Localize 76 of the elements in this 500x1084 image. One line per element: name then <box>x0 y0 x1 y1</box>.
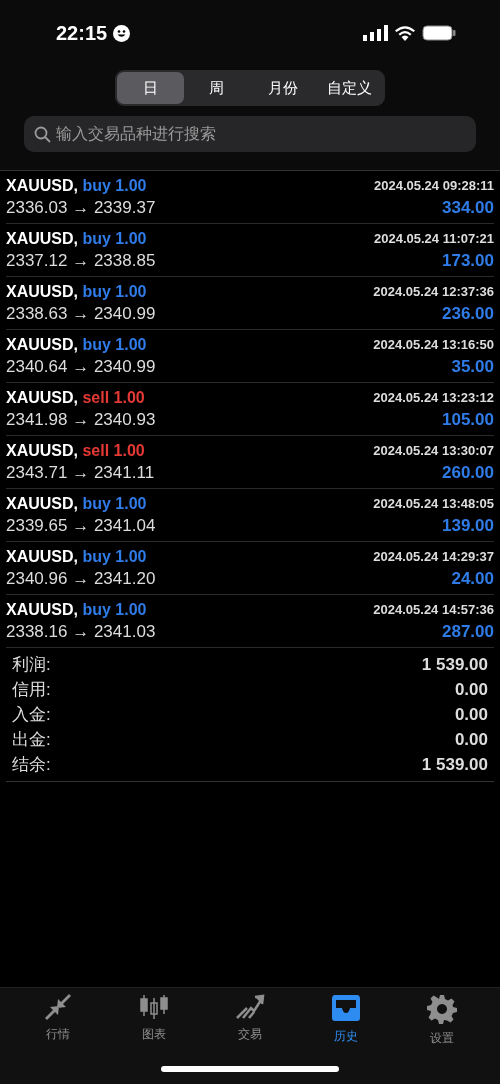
deal-time: 2024.05.24 13:16:50 <box>373 337 494 352</box>
deal-title: XAUUSD, buy 1.00 <box>6 600 148 619</box>
deal-profit: 260.00 <box>441 462 494 483</box>
period-tab[interactable]: 日 <box>117 72 184 104</box>
deal-title: XAUUSD, sell 1.00 <box>6 441 146 460</box>
deal-row[interactable]: XAUUSD, sell 1.00 2024.05.24 13:30:07 2343.71 → 2341.11 260.00 <box>6 436 494 489</box>
deal-profit: 173.00 <box>441 250 494 271</box>
search-icon <box>34 126 51 143</box>
deal-time: 2024.05.24 13:48:05 <box>373 496 494 511</box>
summary-value: 0.00 <box>454 679 488 700</box>
trend-arrow-icon <box>235 994 265 1020</box>
signal-icon <box>363 25 388 41</box>
deal-time: 2024.05.24 12:37:36 <box>373 284 494 299</box>
deal-prices: 2338.63 → 2340.99 <box>6 303 157 324</box>
deal-time: 2024.05.24 13:23:12 <box>373 390 494 405</box>
summary-label: 结余: <box>12 754 51 776</box>
deal-prices: 2340.96 → 2341.20 <box>6 568 157 589</box>
settings-icon <box>427 994 457 1024</box>
tab-bar-item[interactable]: 行情 <box>18 994 98 1047</box>
period-tab[interactable]: 周 <box>183 72 250 104</box>
inbox-icon <box>331 994 361 1022</box>
deal-prices: 2341.98 → 2340.93 <box>6 409 157 430</box>
candlestick-icon <box>139 994 169 1020</box>
deal-title: XAUUSD, buy 1.00 <box>6 547 148 566</box>
summary-label: 利润: <box>12 654 51 676</box>
deal-prices: 2339.65 → 2341.04 <box>6 515 157 536</box>
deal-prices: 2340.64 → 2340.99 <box>6 356 157 377</box>
summary-value: 0.00 <box>454 729 488 750</box>
summary-value: 0.00 <box>454 704 488 725</box>
tab-bar-item[interactable]: 历史 <box>306 994 386 1047</box>
deal-title: XAUUSD, buy 1.00 <box>6 229 148 248</box>
deal-profit: 139.00 <box>441 515 494 536</box>
deal-prices: 2338.16 → 2341.03 <box>6 621 157 642</box>
deal-profit: 334.00 <box>441 197 494 218</box>
clock-time: 22:15 <box>56 21 108 45</box>
wifi-icon <box>394 25 416 41</box>
deal-profit: 287.00 <box>441 621 494 642</box>
deal-time: 2024.05.24 11:07:21 <box>374 231 494 246</box>
summary-value: 1 539.00 <box>421 654 488 675</box>
deal-row[interactable]: XAUUSD, buy 1.00 2024.05.24 14:29:37 2340.96 → 2341.20 24.00 <box>6 542 494 595</box>
tab-bar-item[interactable]: 设置 <box>402 994 482 1047</box>
summary-label: 信用: <box>12 679 51 701</box>
deal-prices: 2343.71 → 2341.11 <box>6 462 156 483</box>
arrows-icon <box>43 994 73 1020</box>
deal-title: XAUUSD, buy 1.00 <box>6 282 148 301</box>
deal-time: 2024.05.24 14:29:37 <box>373 549 494 564</box>
deal-profit: 236.00 <box>441 303 494 324</box>
period-tab[interactable]: 月份 <box>250 72 317 104</box>
deal-time: 2024.05.24 13:30:07 <box>373 443 494 458</box>
deal-prices: 2337.12 → 2338.85 <box>6 250 157 271</box>
tab-bar-item[interactable]: 交易 <box>210 994 290 1047</box>
deal-row[interactable]: XAUUSD, sell 1.00 2024.05.24 13:23:12 2341.98 → 2340.93 105.00 <box>6 383 494 436</box>
deal-row[interactable]: XAUUSD, buy 1.00 2024.05.24 13:16:50 2340.64 → 2340.99 35.00 <box>6 330 494 383</box>
deal-title: XAUUSD, buy 1.00 <box>6 335 148 354</box>
period-tab[interactable]: 自定义 <box>316 72 383 104</box>
search-field[interactable]: 输入交易品种进行搜索 <box>24 116 476 152</box>
tab-bar-item[interactable]: 图表 <box>114 994 194 1047</box>
deal-row[interactable]: XAUUSD, buy 1.00 2024.05.24 14:57:36 2338.16 → 2341.03 287.00 <box>6 595 494 648</box>
deal-profit: 24.00 <box>450 568 494 589</box>
deal-title: XAUUSD, buy 1.00 <box>6 494 148 513</box>
deal-row[interactable]: XAUUSD, buy 1.00 2024.05.24 13:48:05 2339.65 → 2341.04 139.00 <box>6 489 494 542</box>
deal-title: XAUUSD, sell 1.00 <box>6 388 146 407</box>
smiley-icon <box>113 24 131 42</box>
deal-profit: 35.00 <box>450 356 494 377</box>
deal-title: XAUUSD, buy 1.00 <box>6 176 148 195</box>
deal-profit: 105.00 <box>441 409 494 430</box>
summary-label: 入金: <box>12 704 51 726</box>
deal-row[interactable]: XAUUSD, buy 1.00 2024.05.24 11:07:21 2337.12 → 2338.85 173.00 <box>6 224 494 277</box>
deal-time: 2024.05.24 14:57:36 <box>373 602 494 617</box>
summary-value: 1 539.00 <box>421 754 488 775</box>
deal-time: 2024.05.24 09:28:11 <box>374 178 494 193</box>
deal-row[interactable]: XAUUSD, buy 1.00 2024.05.24 09:28:11 2336.03 → 2339.37 334.00 <box>6 171 494 224</box>
summary-label: 出金: <box>12 729 51 751</box>
deal-prices: 2336.03 → 2339.37 <box>6 197 157 218</box>
battery-icon <box>422 25 456 41</box>
deal-row[interactable]: XAUUSD, buy 1.00 2024.05.24 12:37:36 2338.63 → 2340.99 236.00 <box>6 277 494 330</box>
